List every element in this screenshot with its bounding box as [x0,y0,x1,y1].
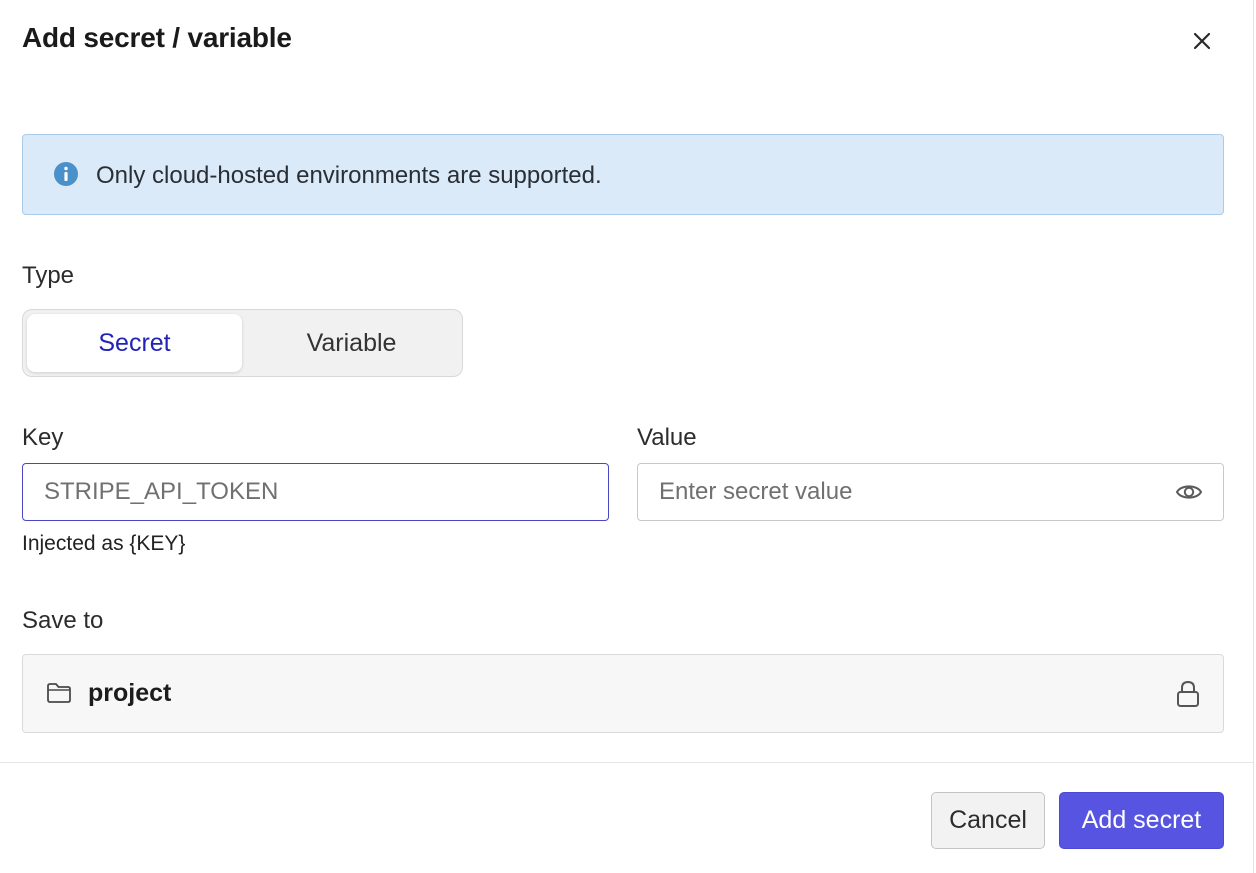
footer-divider [0,762,1254,763]
banner-text: Only cloud-hosted environments are suppo… [96,162,602,189]
save-to-field: project [22,654,1224,733]
type-option-secret[interactable]: Secret [27,314,242,372]
close-icon [1193,32,1211,50]
value-label: Value [637,424,697,451]
eye-icon[interactable] [1175,480,1203,504]
save-to-label: Save to [22,607,104,634]
folder-icon [47,683,71,703]
value-input[interactable]: Enter secret value [637,463,1224,521]
lock-icon [1177,680,1199,707]
info-banner: Only cloud-hosted environments are suppo… [22,134,1224,215]
save-to-value: project [88,679,172,707]
type-label: Type [22,262,75,289]
key-input-placeholder: STRIPE_API_TOKEN [44,478,279,505]
type-segmented-control: Secret Variable [22,309,463,377]
add-secret-button[interactable]: Add secret [1059,792,1224,849]
dialog-title: Add secret / variable [22,22,292,53]
cancel-button[interactable]: Cancel [931,792,1045,849]
value-input-placeholder: Enter secret value [659,478,853,505]
key-label: Key [22,424,64,451]
key-input[interactable]: STRIPE_API_TOKEN [22,463,609,521]
type-option-variable[interactable]: Variable [244,314,459,372]
info-icon [54,162,78,186]
add-secret-dialog: Add secret / variable Only cloud-hosted … [0,0,1254,873]
key-hint: Injected as {KEY} [22,532,186,555]
close-button[interactable] [1184,23,1220,59]
